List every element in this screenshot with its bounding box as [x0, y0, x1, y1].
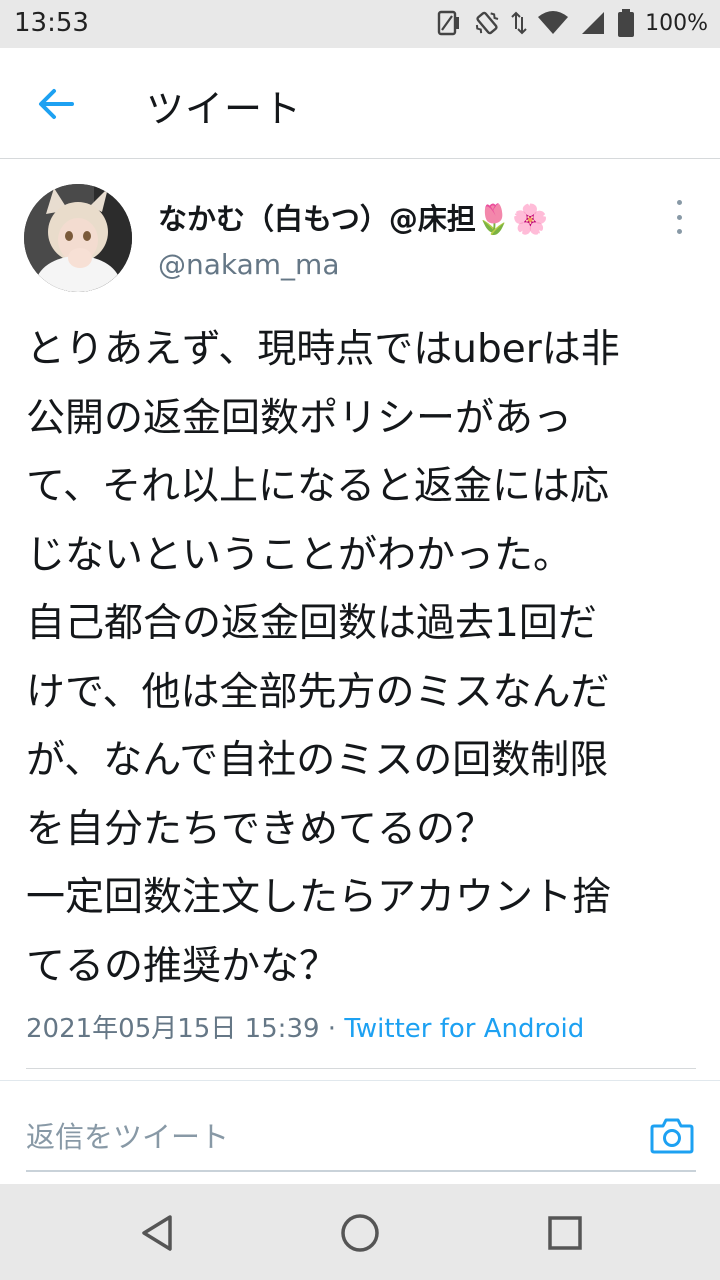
page-title: ツイート [146, 87, 303, 131]
camera-icon [650, 1118, 694, 1154]
tweet-line: 一定回数注文したらアカウント捨 [26, 875, 612, 920]
arrow-left-icon [39, 89, 74, 119]
tweet-line: 公開の返金回数ポリシーがあっ [26, 395, 573, 441]
meta-separator: · [319, 1014, 345, 1044]
reply-underline [26, 1170, 696, 1172]
tweet-line: 自己都合の返金回数は過去1回だ [26, 601, 597, 646]
author-emoji: 🌷🌸 [475, 202, 549, 236]
back-button[interactable] [30, 80, 82, 128]
status-icons: 100% [435, 8, 708, 38]
battery-icon [618, 9, 635, 37]
tweet-line: とりあえず、現時点ではuberは非 [26, 327, 620, 372]
system-nav-bar [0, 1184, 720, 1280]
tweet-line: て、それ以上になると返金には応 [26, 464, 610, 509]
camera-button[interactable] [646, 1112, 698, 1158]
author-name-text: なかむ（白もつ）@床担 [158, 202, 476, 236]
app-bar: ツイート [0, 48, 720, 159]
signal-icon [582, 12, 605, 34]
tweet-timestamp: 2021年05月15日 15:39 [26, 1014, 320, 1044]
home-circle-icon[interactable] [335, 1208, 385, 1258]
wifi-icon [538, 11, 569, 34]
tweet-line: が、なんで自社のミスの回数制限 [26, 738, 609, 783]
more-options-icon[interactable] [664, 200, 694, 234]
divider [0, 1080, 720, 1081]
status-bar: 13:53 100% [0, 0, 720, 48]
author-name[interactable]: なかむ（白もつ）@床担🌷🌸 [158, 196, 548, 238]
tweet-text: とりあえず、現時点ではuberは非 公開の返金回数ポリシーがあっ て、それ以上に… [26, 316, 696, 1001]
tweet-line: じないということがわかった。 [26, 532, 573, 578]
tweet-source-link[interactable]: Twitter for Android [344, 1014, 584, 1044]
back-triangle-icon[interactable] [132, 1208, 182, 1258]
tweet-line: を自分たちできめてるの？ [26, 806, 495, 852]
vibrate-icon [475, 11, 499, 35]
reply-input[interactable]: 返信をツイート [26, 1114, 229, 1156]
tweet-line: てるの推奨かな？ [26, 943, 339, 989]
status-time: 13:53 [14, 8, 89, 38]
tweet-line: けで、他は全部先方のミスなんだ [26, 669, 610, 715]
author-handle[interactable]: @nakam_ma [158, 248, 340, 281]
divider [26, 1068, 696, 1069]
reply-composer[interactable]: 返信をツイート [0, 1082, 720, 1172]
sim-icon [437, 10, 460, 36]
battery-percent: 100% [645, 10, 708, 36]
tweet-meta: 2021年05月15日 15:39 · Twitter for Android [26, 1008, 584, 1045]
data-arrows-icon [511, 11, 527, 35]
avatar[interactable] [24, 184, 132, 292]
recents-square-icon[interactable] [540, 1208, 590, 1258]
